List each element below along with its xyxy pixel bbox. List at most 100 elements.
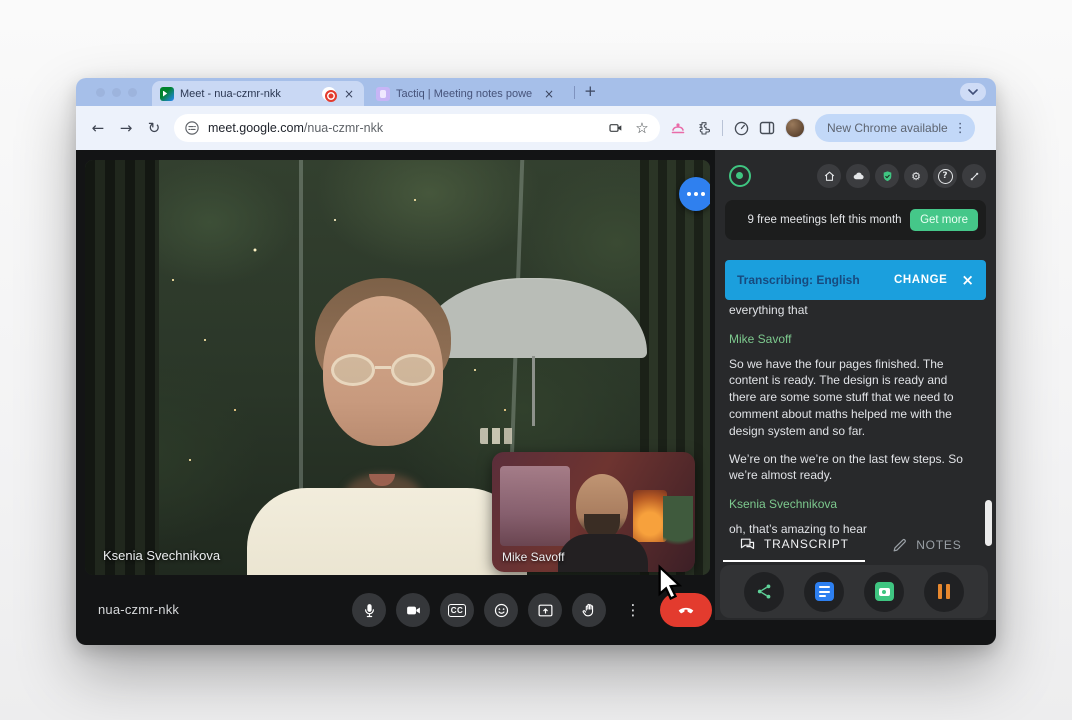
transcript-paragraph: So we have the four pages finished. The … <box>729 356 972 440</box>
side-panel-icon[interactable] <box>759 120 775 136</box>
transcript-continuation: everything that <box>729 302 972 319</box>
glasses <box>331 354 435 388</box>
microphone-button[interactable] <box>352 593 386 627</box>
window-close-button[interactable] <box>96 88 105 97</box>
profile-avatar[interactable] <box>785 118 805 138</box>
more-options-button[interactable]: ⋮ <box>616 593 650 627</box>
site-info-icon[interactable] <box>184 120 200 136</box>
browser-menu-kebab-icon[interactable]: ⋮ <box>954 121 967 136</box>
meet-content-area: Ksenia Svechnikova Mike Savoff <box>76 150 996 645</box>
dot <box>687 192 691 196</box>
transcribing-banner: Transcribing: English CHANGE × <box>725 260 986 300</box>
video-tile-mike[interactable]: Mike Savoff <box>492 452 695 572</box>
window-zoom-button[interactable] <box>128 88 137 97</box>
performance-icon[interactable] <box>733 120 749 136</box>
extensions-puzzle-icon[interactable] <box>696 120 712 136</box>
meeting-code-label: nua-czmr-nkk <box>98 602 179 617</box>
tab-title: Tactiq | Meeting notes powe <box>396 88 536 100</box>
url-path: /nua-czmr-nkk <box>304 121 383 135</box>
camera-icon <box>875 582 894 601</box>
pause-transcription-button[interactable] <box>924 572 964 612</box>
chevron-down-icon <box>968 89 978 95</box>
mouse-cursor <box>654 564 688 604</box>
transcript-paragraph: We’re on the we’re on the last few steps… <box>729 451 972 485</box>
browser-toolbar: ← → ↻ meet.google.com/nua-czmr-nkk ☆ <box>76 106 996 150</box>
video-tile-ksenia[interactable]: Ksenia Svechnikova Mike Savoff <box>85 160 710 575</box>
tactiq-favicon-icon <box>376 87 390 101</box>
toolbar-divider <box>722 120 723 136</box>
tab-label: TRANSCRIPT <box>764 537 849 551</box>
dot <box>701 192 705 196</box>
chat-bubbles-icon <box>739 536 756 553</box>
forward-button[interactable]: → <box>112 119 140 137</box>
pink-extension-icon[interactable] <box>670 120 686 136</box>
close-banner-icon[interactable]: × <box>961 271 974 289</box>
tactiq-floating-bubble-button[interactable] <box>679 177 710 211</box>
tab-close-icon[interactable]: × <box>542 87 556 101</box>
tactiq-sidebar: ⚙ ? 9 free meetings left this month Get … <box>715 150 996 620</box>
pencil-icon <box>891 537 908 554</box>
transcribing-label: Transcribing: English <box>737 273 894 287</box>
meet-bottom-bar: nua-czmr-nkk CC <box>76 575 716 645</box>
captions-button[interactable]: CC <box>440 593 474 627</box>
desktop: Meet - nua-czmr-nkk × Tactiq | Meeting n… <box>0 0 1072 720</box>
lens-right <box>391 354 435 386</box>
help-icon[interactable]: ? <box>933 164 957 188</box>
tab-notes[interactable]: NOTES <box>865 528 988 562</box>
google-docs-icon <box>815 582 834 601</box>
present-screen-button[interactable] <box>528 593 562 627</box>
screenshot-button[interactable] <box>864 572 904 612</box>
address-bar-actions: ☆ <box>608 120 650 136</box>
share-network-icon <box>755 582 774 601</box>
reload-button[interactable]: ↻ <box>140 119 168 137</box>
tab-camera-indicator-icon[interactable] <box>608 120 624 136</box>
settings-gear-icon[interactable]: ⚙ <box>904 164 928 188</box>
recording-indicator-icon <box>322 87 336 101</box>
export-to-docs-button[interactable] <box>804 572 844 612</box>
address-bar[interactable]: meet.google.com/nua-czmr-nkk ☆ <box>174 114 660 142</box>
tactiq-action-bar <box>720 565 988 618</box>
shield-check-icon[interactable] <box>875 164 899 188</box>
window-minimize-button[interactable] <box>112 88 121 97</box>
tactiq-header-icons: ⚙ ? <box>817 164 986 188</box>
url-text: meet.google.com/nua-czmr-nkk <box>208 119 383 137</box>
change-language-button[interactable]: CHANGE <box>894 274 947 286</box>
participant-name-label: Ksenia Svechnikova <box>103 548 220 563</box>
tab-divider <box>574 86 575 99</box>
tab-close-icon[interactable]: × <box>342 87 356 101</box>
get-more-button[interactable]: Get more <box>910 209 978 231</box>
transcript-speaker: Ksenia Svechnikova <box>729 496 972 513</box>
lens-left <box>331 354 375 386</box>
kebab-icon: ⋮ <box>626 601 641 619</box>
tactiq-logo-icon <box>729 165 751 187</box>
tab-tactiq[interactable]: Tactiq | Meeting notes powe × <box>368 81 564 106</box>
pause-icon <box>938 584 951 599</box>
cloud-upload-icon[interactable] <box>846 164 870 188</box>
raise-hand-button[interactable] <box>572 593 606 627</box>
transcript-feed[interactable]: everything that Mike Savoff So we have t… <box>729 302 972 549</box>
tab-meet[interactable]: Meet - nua-czmr-nkk × <box>152 81 364 106</box>
toolbar-extensions-area: New Chrome available ⋮ <box>670 114 975 142</box>
quota-banner: 9 free meetings left this month Get more <box>725 200 986 240</box>
tab-label: NOTES <box>916 538 961 552</box>
reactions-button[interactable] <box>484 593 518 627</box>
back-button[interactable]: ← <box>84 119 112 137</box>
pip-fireplace-decor <box>633 490 667 542</box>
cc-icon: CC <box>448 604 467 617</box>
pip-window-decor <box>500 466 570 546</box>
home-icon[interactable] <box>817 164 841 188</box>
question-mark: ? <box>938 169 953 184</box>
tab-strip: Meet - nua-czmr-nkk × Tactiq | Meeting n… <box>76 78 996 106</box>
participant-name-label: Mike Savoff <box>502 550 564 564</box>
tab-title: Meet - nua-czmr-nkk <box>180 88 316 100</box>
detach-panel-icon[interactable] <box>962 164 986 188</box>
share-button[interactable] <box>744 572 784 612</box>
tab-transcript[interactable]: TRANSCRIPT <box>723 528 865 562</box>
tab-search-chevron-button[interactable] <box>960 83 986 101</box>
chrome-update-button[interactable]: New Chrome available ⋮ <box>815 114 975 142</box>
camera-button[interactable] <box>396 593 430 627</box>
shirt <box>247 488 527 575</box>
new-tab-button[interactable]: + <box>584 82 597 100</box>
bookmark-star-icon[interactable]: ☆ <box>634 120 650 136</box>
meet-favicon-icon <box>160 87 174 101</box>
